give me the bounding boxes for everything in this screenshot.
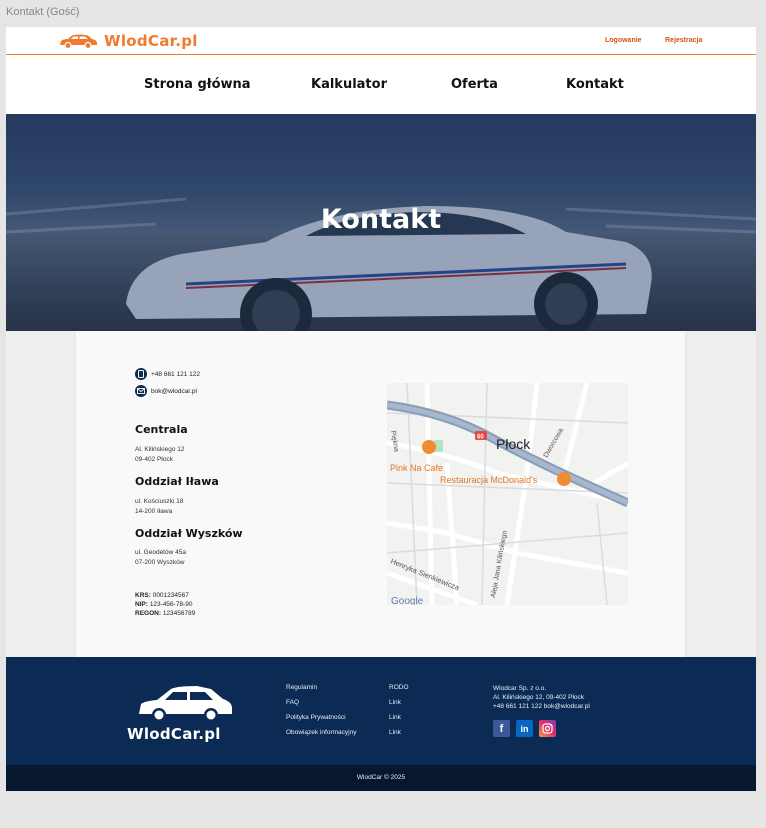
phone-row[interactable]: +48 661 121 122 — [135, 368, 200, 380]
registry-label: KRS: — [135, 592, 151, 599]
map-city-label: Płock — [496, 436, 531, 452]
map-google-watermark: Google — [391, 596, 424, 605]
nav-home[interactable]: Strona główna — [144, 77, 251, 92]
address-line: 09-402 Płock — [135, 455, 173, 463]
instagram-icon[interactable] — [539, 720, 556, 737]
footer-link-obligation[interactable]: Obowiązek informacyjny — [286, 729, 356, 736]
registry-value: 0001234567 — [152, 592, 189, 599]
footer-link-faq[interactable]: FAQ — [286, 699, 299, 706]
map-mcdonalds-label[interactable]: Restauracja McDonald's — [440, 475, 538, 485]
logo-text: WlodCar.pl — [104, 32, 198, 50]
map-street-kilinskiego: Aleja Jana Kilińskiego — [490, 530, 509, 598]
google-map[interactable]: 60 Płock Pink Na Cafe Restauracja McDona… — [387, 383, 628, 605]
copyright-text: WlodCar © 2025 — [356, 774, 406, 781]
address-line: ul. Kościuszki 18 — [135, 498, 184, 505]
nav-contact[interactable]: Kontakt — [566, 77, 624, 92]
branch-address-wyszkow: ul. Geodetów 45a 07-200 Wyszków — [135, 548, 186, 567]
linkedin-icon[interactable]: in — [516, 720, 533, 737]
email-icon — [135, 385, 147, 397]
branch-title-ilawa: Oddział Iława — [135, 475, 219, 488]
footer-link-2[interactable]: Link — [389, 714, 401, 721]
main-nav: Strona główna Kalkulator Oferta Kontakt — [6, 56, 756, 114]
registry-info: KRS: 0001234567 NIP: 123-456-78-90 REGON… — [135, 591, 195, 618]
footer-link-privacy[interactable]: Polityka Prywatności — [286, 714, 346, 721]
footer-logo-text: WlodCar.pl — [127, 725, 221, 743]
hero-banner: Kontakt — [6, 114, 756, 331]
branch-title-wyszkow: Oddział Wyszków — [135, 527, 243, 540]
registry-value: 123-456-78-90 — [149, 601, 193, 608]
login-link[interactable]: Logowanie — [605, 37, 642, 44]
address-line: ul. Geodetów 45a — [135, 549, 186, 556]
registry-regon: REGON: 123456789 — [135, 609, 195, 618]
top-bar: WlodCar.pl Logowanie Rejestracja — [6, 27, 756, 55]
nav-calculator[interactable]: Kalkulator — [311, 77, 387, 92]
hero-title: Kontakt — [320, 204, 442, 235]
address-line: 14-200 Iława — [135, 507, 173, 515]
contact-card: +48 661 121 122 bok@wlodcar.pl Centrala … — [76, 331, 685, 657]
footer-link-1[interactable]: Link — [389, 699, 401, 706]
registry-label: NIP: — [135, 601, 148, 608]
registry-nip: NIP: 123-456-78-90 — [135, 600, 195, 609]
car-logo-icon — [60, 34, 97, 49]
nav-offer[interactable]: Oferta — [451, 77, 498, 92]
footer-link-rodo[interactable]: RODO — [389, 684, 409, 691]
footer-address: Al. Kilińskiego 12, 09-402 Płock — [493, 694, 585, 701]
email-row[interactable]: bok@wlodcar.pl — [135, 385, 197, 397]
address-line: 07-200 Wyszków — [135, 558, 185, 566]
page: WlodCar.pl Logowanie Rejestracja Strona … — [6, 27, 756, 791]
branch-address-ilawa: ul. Kościuszki 18 14-200 Iława — [135, 497, 183, 516]
footer: WlodCar.pl Regulamin FAQ Polityka Prywat… — [6, 657, 756, 765]
header-logo[interactable]: WlodCar.pl — [58, 32, 198, 50]
map-street-dworcowa: Dworcowa — [543, 427, 565, 459]
registry-value: 123456789 — [162, 610, 196, 617]
branch-address-centrala: Al. Kilińskiego 12 09-402 Płock — [135, 445, 185, 464]
branch-title-centrala: Centrala — [135, 423, 188, 436]
footer-company: Wlodcar Sp. z o.o. — [493, 685, 547, 692]
register-link[interactable]: Rejestracja — [665, 37, 702, 44]
map-canvas: 60 Płock Pink Na Cafe Restauracja McDona… — [387, 383, 628, 605]
address-line: Al. Kilińskiego 12 — [135, 446, 185, 453]
phone-icon — [135, 368, 147, 380]
copyright-bar: WlodCar © 2025 — [6, 765, 756, 791]
footer-link-regulamin[interactable]: Regulamin — [286, 684, 317, 691]
window-title: Kontakt (Gość) — [6, 6, 80, 18]
footer-contact: +48 661 121 122 bok@wlodcar.pl — [493, 703, 590, 710]
registry-krs: KRS: 0001234567 — [135, 591, 195, 600]
facebook-icon[interactable]: f — [493, 720, 510, 737]
registry-label: REGON: — [135, 610, 161, 617]
footer-link-3[interactable]: Link — [389, 729, 401, 736]
email-address: bok@wlodcar.pl — [151, 387, 197, 395]
map-pink-cafe-label[interactable]: Pink Na Cafe — [390, 463, 443, 473]
footer-car-logo-icon — [139, 686, 232, 722]
phone-number: +48 661 121 122 — [151, 370, 200, 378]
road-badge-label: 60 — [477, 435, 484, 441]
